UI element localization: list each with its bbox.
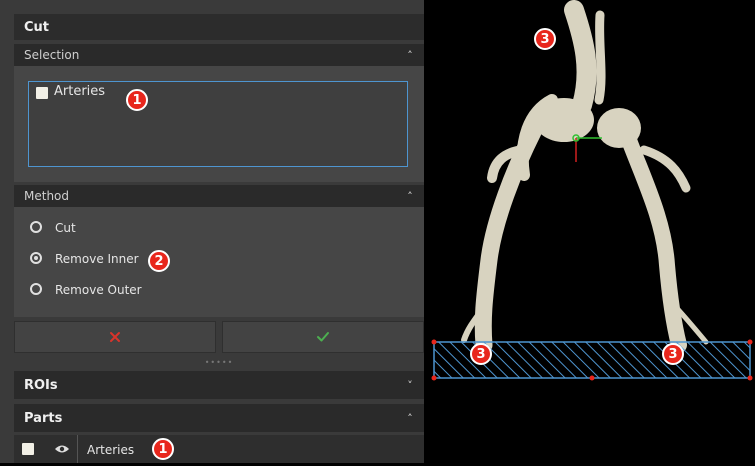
cut-handle[interactable]: [431, 339, 437, 345]
selection-item-label: Arteries: [54, 84, 106, 99]
radio-remove-outer[interactable]: [30, 283, 42, 295]
annotation-badge: 3: [470, 343, 492, 365]
annotation-badge: 1: [152, 438, 174, 460]
method-header-label: Method: [24, 189, 70, 203]
x-icon: [110, 332, 120, 342]
confirm-button[interactable]: [222, 321, 424, 353]
arteries-model: [431, 0, 753, 381]
part-label: Arteries: [87, 443, 135, 457]
radio-cut-label[interactable]: Cut: [55, 221, 76, 235]
chevron-up-icon[interactable]: ˄: [396, 412, 424, 425]
rois-section-header[interactable]: ROIs ˅: [14, 371, 424, 399]
rois-header-label: ROIs: [24, 377, 58, 393]
selection-header-label: Selection: [24, 48, 80, 62]
cut-handle[interactable]: [747, 339, 753, 345]
check-icon: [317, 332, 329, 342]
panel-title: Cut: [24, 19, 50, 35]
parts-row[interactable]: Arteries 1: [14, 435, 424, 463]
chevron-down-icon[interactable]: ˅: [396, 379, 424, 392]
column-divider: [77, 435, 78, 463]
method-section-header[interactable]: Method ˄: [14, 185, 424, 207]
chevron-up-icon[interactable]: ˄: [396, 49, 424, 62]
parts-header-label: Parts: [24, 410, 63, 426]
cut-panel: Cut Selection ˄ Arteries 1 Method ˄ Cut …: [0, 0, 424, 463]
part-visibility-checkbox[interactable]: [22, 443, 34, 455]
cut-handle[interactable]: [431, 375, 437, 381]
radio-remove-inner-label[interactable]: Remove Inner: [55, 252, 139, 266]
selection-list[interactable]: Arteries 1: [28, 81, 408, 167]
annotation-badge: 1: [126, 89, 148, 111]
radio-cut[interactable]: [30, 221, 42, 233]
eye-icon[interactable]: [54, 444, 70, 454]
cut-handle[interactable]: [747, 375, 753, 381]
artery-vessels: [461, 0, 709, 354]
annotation-badge: 3: [534, 28, 556, 50]
annotation-badge: 3: [662, 343, 684, 365]
aneurysm-right: [597, 108, 641, 148]
selection-section-header[interactable]: Selection ˄: [14, 44, 424, 66]
splitter-handle[interactable]: •••••: [14, 356, 424, 368]
parts-section-header[interactable]: Parts ˄: [14, 404, 424, 432]
radio-remove-inner[interactable]: [30, 252, 42, 264]
panel-header: Cut: [14, 14, 424, 40]
aneurysm-left: [534, 98, 594, 142]
radio-remove-outer-label[interactable]: Remove Outer: [55, 283, 142, 297]
3d-viewport[interactable]: 3 3 3: [424, 0, 755, 463]
selection-item-checkbox[interactable]: [36, 87, 48, 99]
cancel-button[interactable]: [14, 321, 216, 353]
annotation-badge: 2: [148, 250, 170, 272]
cut-handle[interactable]: [589, 375, 595, 381]
chevron-up-icon[interactable]: ˄: [396, 190, 424, 203]
